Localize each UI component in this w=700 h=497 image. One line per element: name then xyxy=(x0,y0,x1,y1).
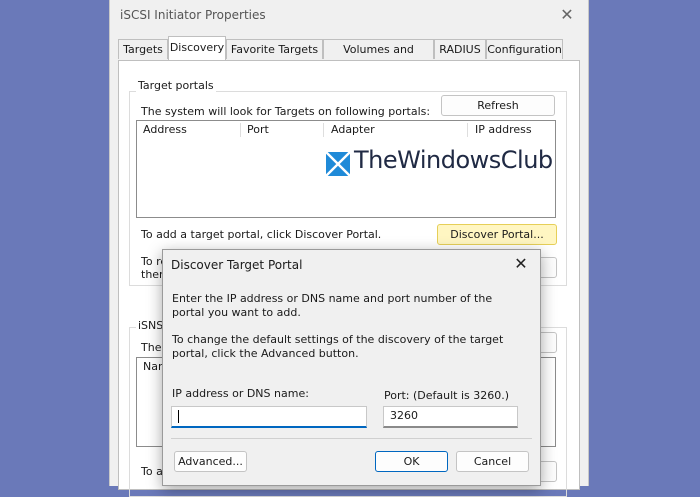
dialog-advanced-hint: To change the default settings of the di… xyxy=(172,333,504,360)
column-separator xyxy=(323,123,324,137)
text-caret xyxy=(178,410,179,423)
column-header-ip-address[interactable]: IP address xyxy=(469,121,561,140)
dialog-close-icon[interactable]: ✕ xyxy=(508,253,534,275)
advanced-button[interactable]: Advanced... xyxy=(174,451,247,472)
tab-targets[interactable]: Targets xyxy=(118,39,168,59)
port-label: Port: (Default is 3260.) xyxy=(384,389,510,402)
tab-discovery[interactable]: Discovery xyxy=(168,36,226,60)
isns-add-hint: To a xyxy=(141,465,163,478)
ip-address-input[interactable] xyxy=(171,406,367,428)
dialog-body: Enter the IP address or DNS name and por… xyxy=(163,280,540,485)
watermark-text: TheWindowsClub xyxy=(354,146,553,174)
column-header-port[interactable]: Port xyxy=(241,121,327,140)
windows-club-logo-icon xyxy=(326,152,350,176)
dialog-divider xyxy=(171,438,532,439)
add-portal-hint: To add a target portal, click Discover P… xyxy=(141,228,382,241)
column-header-adapter[interactable]: Adapter xyxy=(325,121,471,140)
discover-target-portal-dialog: Discover Target Portal ✕ Enter the IP ad… xyxy=(162,249,541,486)
tab-volumes-and-devices[interactable]: Volumes and Devices xyxy=(323,39,434,76)
tab-configuration[interactable]: Configuration xyxy=(486,39,563,59)
tab-favorite-targets[interactable]: Favorite Targets xyxy=(226,39,323,59)
column-separator xyxy=(467,123,468,137)
target-portals-label: Target portals xyxy=(136,79,216,92)
discover-portal-button[interactable]: Discover Portal... xyxy=(437,224,557,245)
tab-radius[interactable]: RADIUS xyxy=(434,39,486,59)
refresh-button[interactable]: Refresh xyxy=(441,95,555,116)
cancel-button[interactable]: Cancel xyxy=(456,451,529,472)
portals-description: The system will look for Targets on foll… xyxy=(141,105,431,118)
close-icon[interactable]: ✕ xyxy=(554,3,580,27)
dialog-title: Discover Target Portal xyxy=(171,258,303,272)
port-input[interactable]: 3260 xyxy=(383,406,518,428)
isns-description: The xyxy=(141,341,162,354)
ip-address-label: IP address or DNS name: xyxy=(172,387,309,400)
window-title: iSCSI Initiator Properties xyxy=(120,8,266,22)
dialog-intro-text: Enter the IP address or DNS name and por… xyxy=(172,292,493,319)
column-header-address[interactable]: Address xyxy=(137,121,243,140)
ok-button[interactable]: OK xyxy=(375,451,448,472)
